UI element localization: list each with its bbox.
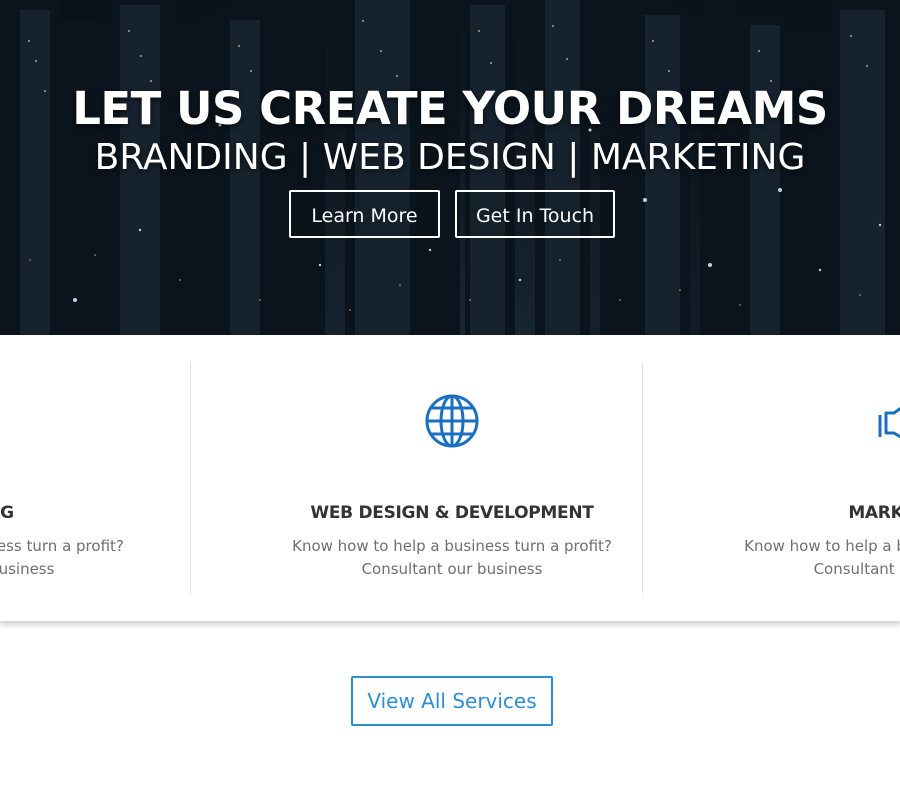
service-divider xyxy=(642,362,643,594)
service-card-web-design: WEB DESIGN & DEVELOPMENT Know how to hel… xyxy=(226,335,678,621)
service-description-line: Know how to help a business turn a profi… xyxy=(0,537,124,555)
service-title: MARKETING xyxy=(848,503,900,523)
learn-more-button[interactable]: Learn More xyxy=(289,190,440,238)
hero-title: LET US CREATE YOUR DREAMS xyxy=(72,82,828,135)
service-divider xyxy=(190,362,191,594)
get-in-touch-button[interactable]: Get In Touch xyxy=(455,190,615,238)
service-description: Know how to help a business turn a profi… xyxy=(678,535,900,581)
globe-icon xyxy=(425,394,479,448)
service-description-line: Know how to help a business turn a profi… xyxy=(744,537,900,555)
service-title: WEB DESIGN & DEVELOPMENT xyxy=(310,503,594,523)
service-title: BRANDING xyxy=(0,503,14,523)
service-card-branding: BRANDING Know how to help a business tur… xyxy=(0,335,190,621)
hero-banner: LET US CREATE YOUR DREAMS BRANDING | WEB… xyxy=(0,0,900,335)
hero-subtitle: BRANDING | WEB DESIGN | MARKETING xyxy=(94,137,806,178)
service-description: Know how to help a business turn a profi… xyxy=(0,535,190,581)
services-section: BRANDING Know how to help a business tur… xyxy=(0,335,900,621)
megaphone-icon xyxy=(878,406,900,439)
service-description-line: Know how to help a business turn a profi… xyxy=(292,537,612,555)
service-description: Know how to help a business turn a profi… xyxy=(226,535,678,581)
view-all-services-button[interactable]: View All Services xyxy=(351,676,553,726)
service-description-line: Consultant our business xyxy=(813,560,900,578)
service-description-line: Consultant our business xyxy=(361,560,543,578)
service-card-marketing: MARKETING Know how to help a business tu… xyxy=(678,335,900,621)
service-description-line: Consultant our business xyxy=(0,560,55,578)
